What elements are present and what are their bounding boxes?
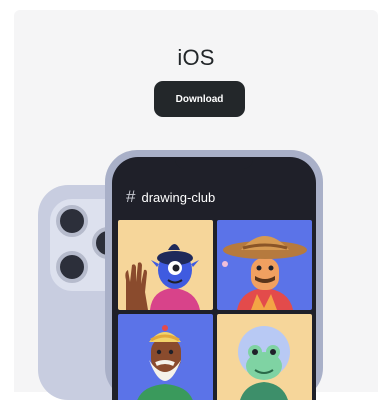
hash-icon: # (126, 187, 136, 206)
video-grid (118, 220, 312, 400)
straw-hat-avatar (222, 236, 307, 310)
camera-lens-icon (56, 251, 88, 283)
phone-notch (175, 157, 253, 169)
blue-cyclops-avatar (125, 244, 200, 310)
channel-header: # drawing-club (126, 187, 215, 207)
video-tile (118, 220, 213, 310)
bearded-elder-avatar (137, 325, 193, 400)
video-tile (118, 314, 213, 400)
phone-screen: # drawing-club (112, 157, 316, 400)
download-button[interactable]: Download (154, 81, 245, 117)
frog-avatar (238, 326, 290, 400)
camera-lens-icon (56, 205, 88, 237)
phone-front-illustration: # drawing-club (105, 150, 323, 400)
channel-name: drawing-club (141, 189, 216, 205)
video-tile (217, 220, 312, 310)
video-tile (217, 314, 312, 400)
platform-title: iOS (177, 45, 215, 70)
